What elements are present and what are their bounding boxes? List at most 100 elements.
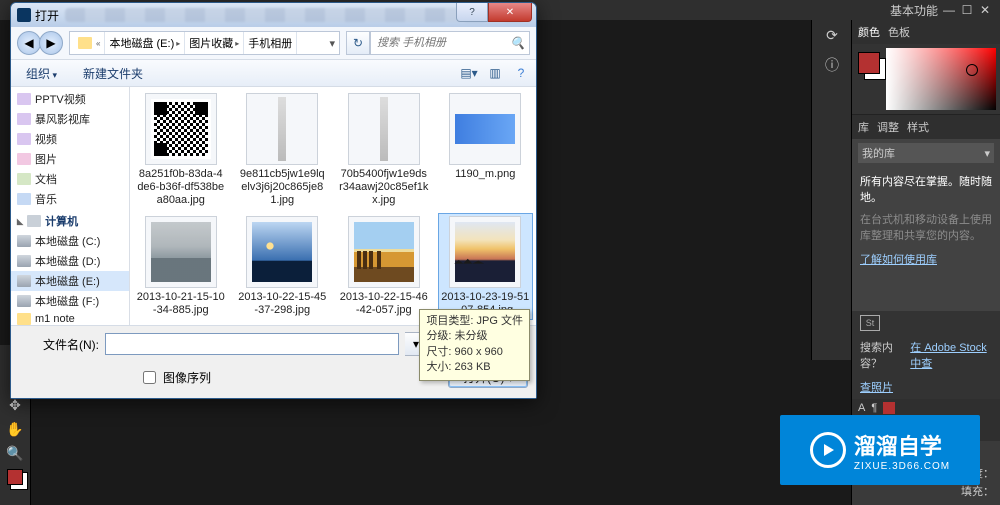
computer-icon xyxy=(27,215,41,227)
nav-tree[interactable]: PPTV视频暴风影视库视频图片文档音乐 计算机 本地磁盘 (C:) 本地磁盘 (D… xyxy=(11,87,130,325)
stock-link[interactable]: 在 Adobe Stock 中查 xyxy=(910,339,992,371)
history-icon[interactable]: ⟳ xyxy=(812,20,852,50)
tree-item[interactable]: 文档 xyxy=(11,169,129,189)
open-file-dialog: 打开 ? ✕ ◀ ▶ « 本地磁盘 (E:)▸ 图片收藏▸ 手机相册 ▾ ↻ 🔍… xyxy=(10,2,537,399)
search-input[interactable] xyxy=(375,36,510,50)
file-item[interactable]: 2013-10-21-15-10-34-885.jpg xyxy=(134,214,228,319)
tooltip-dim: 尺寸: 960 x 960 xyxy=(426,345,523,360)
nav-refresh-button[interactable]: ↻ xyxy=(346,31,370,55)
image-sequence-checkbox[interactable]: 图像序列 xyxy=(139,368,211,387)
breadcrumb[interactable]: « 本地磁盘 (E:)▸ 图片收藏▸ 手机相册 ▾ xyxy=(69,31,340,55)
drive-icon xyxy=(17,235,31,247)
dialog-help-button[interactable]: ? xyxy=(456,3,488,22)
lib-panel-tabs: 库 调整 样式 xyxy=(852,115,1000,139)
nav-back-button[interactable]: ◀ xyxy=(17,31,41,55)
file-item[interactable]: 70b5400fjw1e9dsr34aawj20c85ef1kx.jpg xyxy=(337,91,431,210)
library-select-label: 我的库 xyxy=(862,145,895,161)
tooltip-rating: 分级: 未分级 xyxy=(426,329,523,344)
info-icon[interactable]: ⓘ xyxy=(812,50,852,80)
newfolder-button[interactable]: 新建文件夹 xyxy=(74,62,152,85)
nav-forward-button[interactable]: ▶ xyxy=(39,31,63,55)
tree-drive-item[interactable]: 本地磁盘 (C:) xyxy=(11,231,129,251)
drive-label: 本地磁盘 (D:) xyxy=(35,253,100,269)
lib-msg1: 所有内容尽在掌握。随时随 xyxy=(860,173,992,189)
dialog-titlebar[interactable]: 打开 ? ✕ xyxy=(11,3,536,27)
tree-item-icon xyxy=(17,193,31,205)
tab-adjust[interactable]: 调整 xyxy=(877,119,899,135)
nav-row: ◀ ▶ « 本地磁盘 (E:)▸ 图片收藏▸ 手机相册 ▾ ↻ 🔍 xyxy=(11,27,536,60)
dialog-close-button[interactable]: ✕ xyxy=(488,3,532,22)
file-item[interactable]: 9e811cb5jw1e9lqelv3j6j20c865je81.jpg xyxy=(236,91,330,210)
site-watermark: 溜溜自学 ZIXUE.3D66.COM xyxy=(780,415,980,485)
para-icon[interactable]: ¶ xyxy=(871,402,877,414)
ps-min-icon[interactable]: — xyxy=(942,3,956,17)
tree-drive-item[interactable]: 本地磁盘 (E:) xyxy=(11,271,129,291)
ps-close-icon[interactable]: ✕ xyxy=(978,3,992,17)
tree-item-icon xyxy=(17,133,31,145)
tree-item-label: 暴风影视库 xyxy=(35,111,90,127)
lib-learn-link[interactable]: 了解如何使用库 xyxy=(860,254,937,266)
file-item[interactable]: 1190_m.png xyxy=(439,91,533,210)
char-icon[interactable]: A xyxy=(858,402,865,414)
help-icon[interactable]: ? xyxy=(512,64,530,82)
play-icon xyxy=(810,432,846,468)
file-thumbnail xyxy=(449,93,521,165)
file-name-label: 70b5400fjw1e9dsr34aawj20c85ef1kx.jpg xyxy=(339,168,429,208)
crumb-0[interactable]: 本地磁盘 (E:) xyxy=(109,35,174,51)
color-picker-panel[interactable] xyxy=(852,44,1000,115)
file-item[interactable]: 2013-10-22-15-46-42-057.jpg xyxy=(337,214,431,319)
fg-color-swatch[interactable] xyxy=(858,52,880,74)
image-sequence-input[interactable] xyxy=(143,371,156,384)
ps-collapsed-panel: ⟳ ⓘ xyxy=(811,20,852,360)
tree-group-label: 计算机 xyxy=(45,213,78,229)
color-field[interactable] xyxy=(886,48,996,110)
tree-item[interactable]: PPTV视频 xyxy=(11,89,129,109)
stock-photos-row: 查照片 xyxy=(852,375,1000,399)
file-item[interactable]: 2013-10-22-15-45-37-298.jpg xyxy=(236,214,330,319)
tooltip-type: 项目类型: JPG 文件 xyxy=(426,314,523,329)
swatch-icon[interactable] xyxy=(883,402,895,414)
watermark-sub: ZIXUE.3D66.COM xyxy=(854,461,950,472)
tree-drive-item[interactable]: 本地磁盘 (F:) xyxy=(11,291,129,311)
preview-pane-button[interactable]: ▥ xyxy=(486,64,504,82)
tab-library[interactable]: 库 xyxy=(858,119,869,135)
library-select[interactable]: 我的库 ▾ xyxy=(858,143,994,163)
search-input-wrap[interactable]: 🔍 xyxy=(370,31,530,55)
toolbox-color-swatch[interactable] xyxy=(7,469,23,485)
stock-photos-link[interactable]: 查照片 xyxy=(860,379,893,395)
file-name-label: 1190_m.png xyxy=(441,168,531,181)
tree-drive-item[interactable]: m1 note xyxy=(11,311,129,325)
organize-button[interactable]: 组织 xyxy=(17,62,66,85)
tree-item[interactable]: 图片 xyxy=(11,149,129,169)
crumb-dropdown-icon[interactable]: ▾ xyxy=(329,37,335,50)
tree-item[interactable]: 视频 xyxy=(11,129,129,149)
tab-style[interactable]: 样式 xyxy=(907,119,929,135)
file-item[interactable]: 2013-10-23-19-51-07-854.jpg xyxy=(439,214,533,319)
crumb-2[interactable]: 手机相册 xyxy=(248,35,292,51)
tree-drive-item[interactable]: 本地磁盘 (D:) xyxy=(11,251,129,271)
file-pane[interactable]: 8a251f0b-83da-4de6-b36f-df538bea80aa.jpg… xyxy=(130,87,536,325)
file-name-label: 2013-10-21-15-10-34-885.jpg xyxy=(136,291,226,317)
zoom-tool-icon[interactable]: 🔍 xyxy=(0,441,30,465)
tree-item[interactable]: 音乐 xyxy=(11,189,129,209)
filename-label: 文件名(N): xyxy=(19,336,99,353)
stock-link-row: 搜索内容？ 在 Adobe Stock 中查 xyxy=(852,335,1000,375)
tree-group-computer[interactable]: 计算机 xyxy=(11,209,129,231)
crumb-1[interactable]: 图片收藏 xyxy=(189,35,233,51)
view-mode-button[interactable]: ▤▾ xyxy=(460,64,478,82)
dialog-content: PPTV视频暴风影视库视频图片文档音乐 计算机 本地磁盘 (C:) 本地磁盘 (D… xyxy=(11,87,536,325)
file-name-label: 2013-10-22-15-45-37-298.jpg xyxy=(238,291,328,317)
file-thumbnail xyxy=(145,93,217,165)
file-item[interactable]: 8a251f0b-83da-4de6-b36f-df538bea80aa.jpg xyxy=(134,91,228,210)
hand-tool-icon[interactable]: ✋ xyxy=(0,417,30,441)
ps-max-icon[interactable]: ☐ xyxy=(960,3,974,17)
filename-input[interactable] xyxy=(105,333,399,355)
ps-workspace-label[interactable]: 基本功能 xyxy=(890,2,938,19)
tree-item[interactable]: 暴风影视库 xyxy=(11,109,129,129)
drive-label: 本地磁盘 (F:) xyxy=(35,293,99,309)
fill-label: 填充： xyxy=(961,483,994,499)
tab-swatches[interactable]: 色板 xyxy=(888,24,910,40)
color-cursor-icon xyxy=(966,64,978,76)
file-thumbnail xyxy=(246,216,318,288)
tab-color[interactable]: 颜色 xyxy=(858,24,880,40)
